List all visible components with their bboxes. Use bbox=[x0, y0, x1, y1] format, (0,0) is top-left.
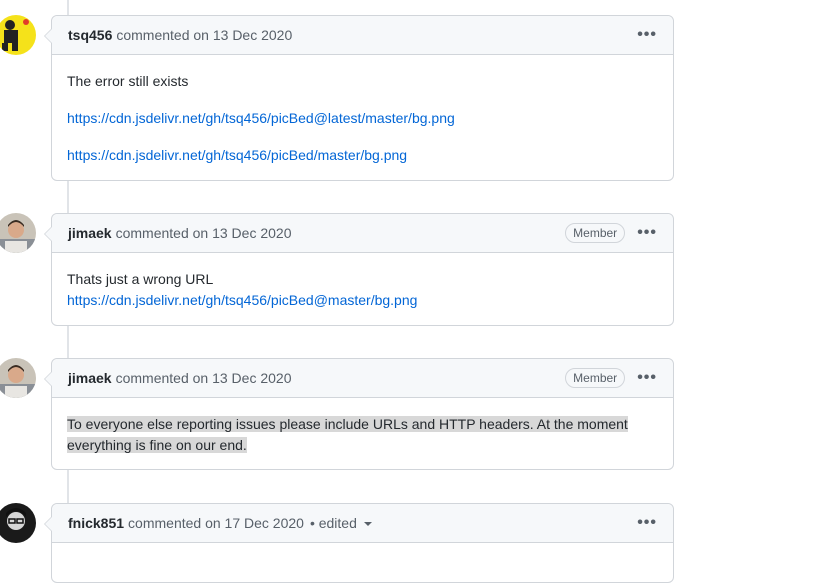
comment-text: To everyone else reporting issues please… bbox=[67, 416, 628, 453]
comment-box: jimaek commented on 13 Dec 2020 Member •… bbox=[44, 358, 674, 472]
comment-timestamp[interactable]: commented on 13 Dec 2020 bbox=[116, 225, 292, 241]
comment-author[interactable]: jimaek bbox=[68, 225, 112, 241]
comment-link[interactable]: https://cdn.jsdelivr.net/gh/tsq456/picBe… bbox=[67, 110, 455, 126]
comment-header: jimaek commented on 13 Dec 2020 Member •… bbox=[52, 359, 673, 398]
comment-timestamp[interactable]: commented on 17 Dec 2020 bbox=[128, 515, 304, 531]
comment-author[interactable]: fnick851 bbox=[68, 515, 124, 531]
comment-body: To everyone else reporting issues please… bbox=[52, 398, 673, 472]
comment-header: fnick851 commented on 17 Dec 2020 • edit… bbox=[52, 504, 673, 543]
member-badge: Member bbox=[565, 223, 626, 243]
avatar[interactable] bbox=[0, 15, 36, 55]
comment-author[interactable]: tsq456 bbox=[68, 27, 112, 43]
more-options-icon[interactable]: ••• bbox=[637, 514, 657, 532]
more-options-icon[interactable]: ••• bbox=[637, 26, 657, 44]
comment-header: tsq456 commented on 13 Dec 2020 ••• bbox=[52, 16, 673, 55]
chevron-down-icon bbox=[363, 522, 372, 527]
comment-timestamp[interactable]: commented on 13 Dec 2020 bbox=[116, 370, 292, 386]
comment-body: The error still exists https://cdn.jsdel… bbox=[52, 55, 673, 182]
comment-author[interactable]: jimaek bbox=[68, 370, 112, 386]
comment-text: Thats just a wrong URL bbox=[67, 271, 214, 287]
comment-timestamp[interactable]: commented on 13 Dec 2020 bbox=[116, 27, 292, 43]
avatar[interactable] bbox=[0, 503, 36, 543]
avatar[interactable] bbox=[0, 213, 36, 253]
comment-box: tsq456 commented on 13 Dec 2020 ••• The … bbox=[44, 15, 674, 182]
edited-dropdown[interactable]: • edited bbox=[310, 515, 372, 531]
comment-link[interactable]: https://cdn.jsdelivr.net/gh/tsq456/picBe… bbox=[67, 292, 417, 308]
comment-text: The error still exists bbox=[67, 73, 189, 89]
comment-box: fnick851 commented on 17 Dec 2020 • edit… bbox=[44, 503, 674, 583]
edited-label: • edited bbox=[309, 515, 357, 531]
more-options-icon[interactable]: ••• bbox=[637, 224, 657, 242]
avatar[interactable] bbox=[0, 358, 36, 398]
comment-body: Thats just a wrong URL https://cdn.jsdel… bbox=[52, 253, 673, 327]
member-badge: Member bbox=[565, 368, 626, 388]
comment-box: jimaek commented on 13 Dec 2020 Member •… bbox=[44, 213, 674, 327]
comment-header: jimaek commented on 13 Dec 2020 Member •… bbox=[52, 214, 673, 253]
comment-link[interactable]: https://cdn.jsdelivr.net/gh/tsq456/picBe… bbox=[67, 147, 407, 163]
more-options-icon[interactable]: ••• bbox=[637, 369, 657, 387]
